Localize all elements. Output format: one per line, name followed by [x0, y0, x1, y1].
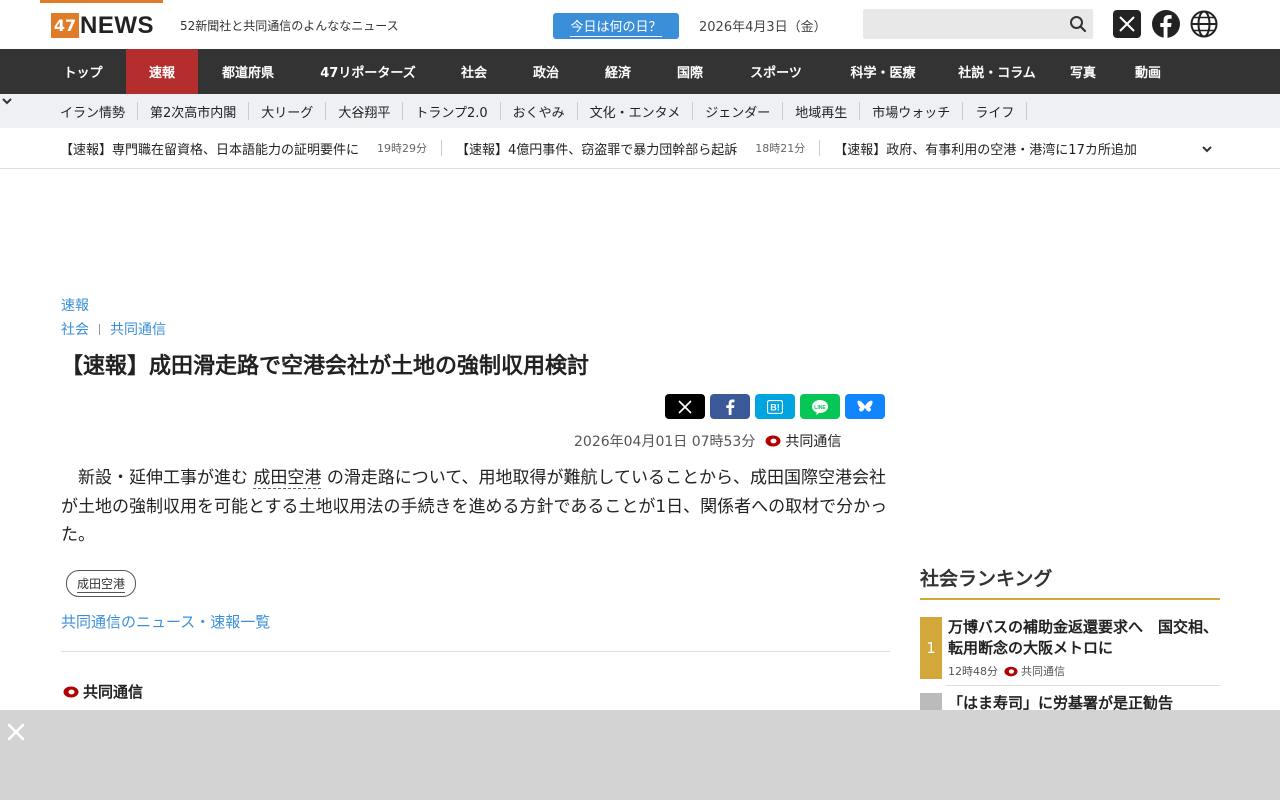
- nav-sports[interactable]: スポーツ: [726, 49, 826, 94]
- topic-link[interactable]: トランプ2.0: [403, 102, 501, 121]
- topic-link[interactable]: イラン情勢: [48, 102, 139, 121]
- nav-international[interactable]: 国際: [654, 49, 726, 94]
- nav-prefectures[interactable]: 都道府県: [198, 49, 298, 94]
- kyodo-logo-icon: [765, 435, 781, 447]
- kyodo-logo-icon: [1004, 666, 1018, 676]
- facebook-icon[interactable]: [1152, 10, 1180, 38]
- nav-top[interactable]: トップ: [40, 49, 126, 94]
- body-text-pre: 新設・延伸工事が進む: [78, 468, 248, 488]
- ticker-time: 19時29分: [377, 140, 443, 156]
- category-separator: [99, 323, 100, 335]
- svg-text:B!: B!: [770, 402, 780, 412]
- ranking-source: 共同通信: [1021, 665, 1065, 678]
- ticker-headline: 【速報】4億円事件、窃盗罪で暴力団幹部ら起訴: [456, 142, 738, 158]
- tag-label: 成田空港: [77, 576, 126, 593]
- globe-icon[interactable]: [1190, 10, 1218, 38]
- x-icon: [678, 399, 692, 414]
- topic-navigation: イラン情勢 第2次高市内閣 大リーグ 大谷翔平 トランプ2.0 おくやみ 文化・…: [0, 94, 1280, 128]
- site-logo[interactable]: 47 NEWS: [51, 11, 154, 39]
- article-byline: 2026年04月01日 07時53分 共同通信: [574, 431, 841, 451]
- bottom-ad-overlay: [0, 710, 1280, 800]
- ticker-time: 18時21分: [755, 140, 821, 156]
- topic-link[interactable]: 第2次高市内閣: [138, 102, 250, 121]
- ranking-title: 社会ランキング: [920, 568, 1053, 590]
- nav-society[interactable]: 社会: [438, 49, 510, 94]
- ranking-item[interactable]: 1 万博バスの補助金返還要求へ 国交相、転用断念の大阪メトロに 12時48分 共…: [920, 617, 1220, 679]
- topic-link[interactable]: 文化・エンタメ: [578, 102, 694, 121]
- topic-link[interactable]: おくやみ: [501, 102, 578, 121]
- ranking-separator: [946, 685, 1220, 686]
- nav-politics[interactable]: 政治: [510, 49, 582, 94]
- logo-accent-bar: [40, 0, 163, 3]
- chevron-down-icon[interactable]: [1200, 142, 1214, 156]
- ticker-headline: 【速報】専門職在留資格、日本語能力の証明要件に: [60, 142, 360, 158]
- article-headline: 【速報】成田滑走路で空港会社が土地の強制収用検討: [61, 354, 590, 379]
- topic-link[interactable]: 市場ウォッチ: [860, 102, 964, 121]
- main-navigation: トップ 速報 都道府県 47リポーターズ 社会 政治 経済 国際 スポーツ 科学…: [0, 49, 1280, 94]
- nav-science-medical[interactable]: 科学・医療: [826, 49, 940, 94]
- line-icon: LINE: [812, 399, 828, 415]
- share-bluesky-button[interactable]: [845, 394, 885, 419]
- topic-link[interactable]: ライフ: [963, 102, 1028, 121]
- chevron-down-icon[interactable]: [0, 94, 14, 108]
- topic-link[interactable]: ジェンダー: [693, 102, 784, 121]
- ticker-item[interactable]: 【速報】政府、有事利用の空港・港湾に17カ所追加: [834, 139, 1137, 158]
- x-icon[interactable]: [1113, 10, 1141, 38]
- nav-video[interactable]: 動画: [1112, 49, 1184, 94]
- topic-link[interactable]: 大リーグ: [249, 102, 327, 121]
- share-facebook-button[interactable]: [710, 394, 750, 419]
- ranking-meta: 12時48分 共同通信: [948, 663, 1065, 679]
- ranking-time: 12時48分: [948, 665, 998, 678]
- byline-source: 共同通信: [785, 434, 842, 450]
- source-news-list-link[interactable]: 共同通信のニュース・速報一覧: [61, 611, 270, 632]
- logo-text: NEWS: [80, 11, 154, 39]
- footer-source[interactable]: 共同通信: [63, 681, 143, 702]
- breaking-news-ticker: 【速報】専門職在留資格、日本語能力の証明要件に 19時29分 【速報】4億円事件、…: [0, 128, 1280, 169]
- ticker-item[interactable]: 【速報】専門職在留資格、日本語能力の証明要件に 19時29分: [60, 139, 443, 158]
- share-hatena-button[interactable]: B!: [755, 394, 795, 419]
- keyword-link[interactable]: 成田空港: [253, 468, 322, 489]
- section-divider: [61, 651, 890, 652]
- footer-source-label: 共同通信: [83, 683, 144, 701]
- svg-text:LINE: LINE: [814, 405, 826, 411]
- breaking-category-link[interactable]: 速報: [61, 295, 89, 315]
- topic-tag[interactable]: 成田空港: [66, 570, 137, 597]
- today-button-label: 今日は何の日？: [570, 16, 662, 37]
- share-x-button[interactable]: [665, 394, 705, 419]
- ticker-item[interactable]: 【速報】4億円事件、窃盗罪で暴力団幹部ら起訴 18時21分: [456, 139, 821, 158]
- current-date: 2026年4月3日（金）: [699, 20, 827, 35]
- nav-47reporters[interactable]: 47リポーターズ: [298, 49, 438, 94]
- nav-breaking[interactable]: 速報: [126, 49, 198, 94]
- close-icon[interactable]: [6, 722, 26, 742]
- topic-link[interactable]: 地域再生: [783, 102, 861, 121]
- ranking-underline: [920, 598, 1220, 600]
- search-icon[interactable]: [1069, 15, 1087, 33]
- article-categories: 社会 共同通信: [61, 319, 166, 339]
- article-body: 新設・延伸工事が進む 成田空港 の滑走路について、用地取得が難航していることから…: [61, 464, 889, 550]
- nav-photos[interactable]: 写真: [1054, 49, 1112, 94]
- site-tagline: 52新聞社と共同通信のよんななニュース: [180, 19, 399, 33]
- ticker-headline: 【速報】政府、有事利用の空港・港湾に17カ所追加: [834, 142, 1137, 158]
- hatena-bookmark-icon: B!: [767, 399, 783, 414]
- rank-number: 1: [920, 617, 942, 679]
- publish-datetime: 2026年04月01日 07時53分: [574, 434, 756, 450]
- facebook-icon: [726, 399, 735, 415]
- search-input[interactable]: [863, 9, 1058, 39]
- share-line-button[interactable]: LINE: [800, 394, 840, 419]
- nav-economy[interactable]: 経済: [582, 49, 654, 94]
- kyodo-logo-icon: [63, 686, 79, 697]
- bluesky-icon: [857, 400, 873, 412]
- nav-editorial-column[interactable]: 社説・コラム: [940, 49, 1054, 94]
- category-link[interactable]: 社会: [61, 319, 89, 339]
- site-header: 47 NEWS 52新聞社と共同通信のよんななニュース 今日は何の日？ 2026…: [0, 0, 1280, 49]
- logo-number: 47: [51, 13, 79, 38]
- topic-link[interactable]: 大谷翔平: [326, 102, 404, 121]
- today-in-history-button[interactable]: 今日は何の日？: [553, 13, 679, 39]
- source-link[interactable]: 共同通信: [110, 319, 166, 339]
- ranking-headline: 万博バスの補助金返還要求へ 国交相、転用断念の大阪メトロに: [948, 618, 1219, 657]
- search-box: [863, 9, 1093, 39]
